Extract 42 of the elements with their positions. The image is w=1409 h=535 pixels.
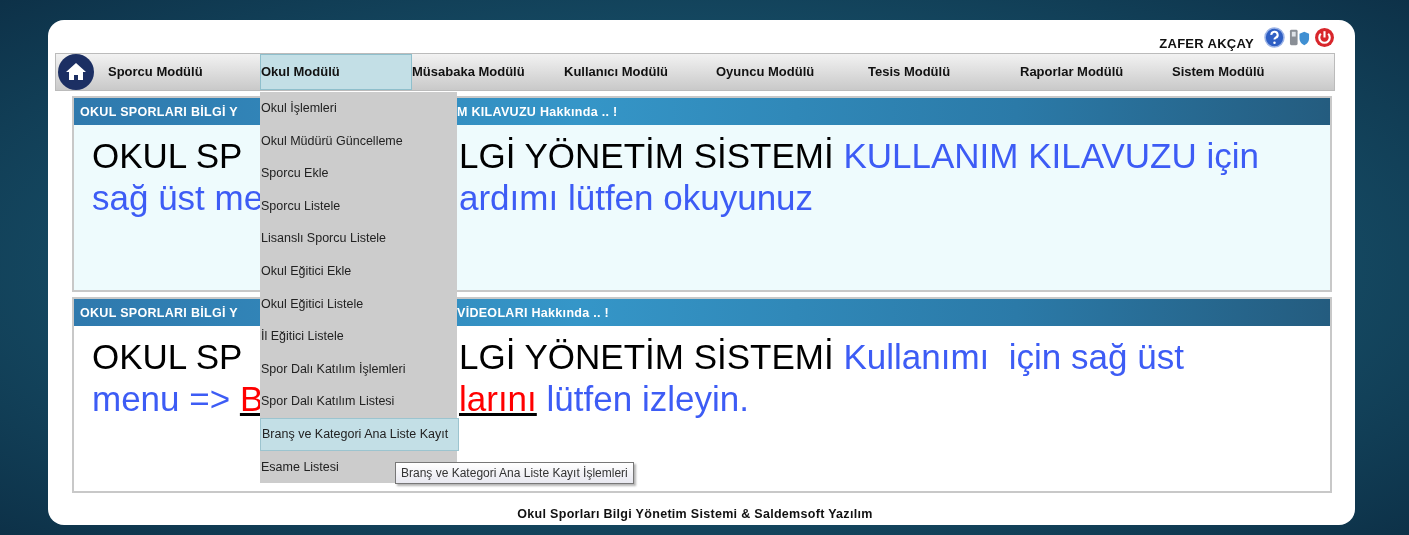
video-link[interactable]: B	[239, 379, 262, 418]
device-shield-icon[interactable]	[1289, 27, 1310, 48]
menu-tab[interactable]: Oyuncu Modülü	[716, 54, 868, 90]
menu-tab[interactable]: Kullanıcı Modülü	[564, 54, 716, 90]
panel-text: OKUL SP	[92, 136, 243, 175]
help-icon[interactable]	[1264, 27, 1285, 48]
menu-item[interactable]: Lisanslı Sporcu Listele	[260, 222, 457, 255]
menu-item[interactable]: Branş ve Kategori Ana Liste Kayıt	[260, 417, 459, 451]
menu-item[interactable]: Okul İşlemleri	[260, 92, 457, 125]
panel-title: OKUL SPORLARI BİLGİ Y	[80, 104, 239, 119]
menu-item[interactable]: Sporcu Listele	[260, 189, 457, 223]
panel-text: menu =>	[92, 379, 232, 418]
menu-tab[interactable]: Sporcu Modülü	[108, 54, 260, 90]
tooltip: Branş ve Kategori Ana Liste Kayıt İşlemleri	[395, 462, 634, 484]
menu-item[interactable]: Sporcu Ekle	[260, 157, 457, 190]
user-name: ZAFER AKÇAY	[1159, 36, 1254, 51]
menu-tab[interactable]: Okul Modülü	[260, 54, 412, 90]
menu-item[interactable]: Okul Eğitici Listele	[260, 287, 457, 321]
menu-tab[interactable]: Sistem Modülü	[1172, 54, 1324, 90]
panel-text: lütfen izleyin.	[545, 379, 749, 418]
video-link[interactable]: larını	[459, 379, 537, 418]
menu-item[interactable]: Spor Dalı Katılım Listesi	[260, 385, 457, 418]
home-icon[interactable]	[57, 53, 95, 91]
footer-text: Okul Sporları Bilgi Yönetim Sistemi & Saldemsoft Yazılım	[516, 506, 874, 521]
panel-text: OKUL SP	[92, 337, 243, 376]
panel-text: LGİ YÖNETİM SİSTEMİ	[459, 337, 834, 376]
power-icon[interactable]	[1314, 27, 1335, 48]
panel-text: LGİ YÖNETİM SİSTEMİ	[459, 136, 834, 175]
panel-title: VİDEOLARI Hakkında .. !	[457, 305, 610, 320]
panel-text: Kullanımı için sağ üst	[842, 337, 1184, 376]
panel-title: M KILAVUZU Hakkında .. !	[457, 104, 618, 119]
panel-text: KULLANIM KILAVUZU için	[842, 136, 1259, 175]
panel-text: sağ üst me	[92, 178, 262, 217]
menu-tab[interactable]: Müsabaka Modülü	[412, 54, 564, 90]
panel-text: ardımı lütfen okuyunuz	[459, 178, 814, 217]
panel-title: OKUL SPORLARI BİLGİ Y	[80, 305, 239, 320]
menu-item[interactable]: Okul Müdürü Güncelleme	[260, 124, 457, 158]
menu-tab[interactable]: Tesis Modülü	[868, 54, 1020, 90]
menu-tab[interactable]: Raporlar Modülü	[1020, 54, 1172, 90]
menu-item[interactable]: Spor Dalı Katılım İşlemleri	[260, 352, 457, 386]
menu-item[interactable]: İl Eğitici Listele	[260, 320, 457, 353]
menu-item[interactable]: Okul Eğitici Ekle	[260, 254, 457, 288]
